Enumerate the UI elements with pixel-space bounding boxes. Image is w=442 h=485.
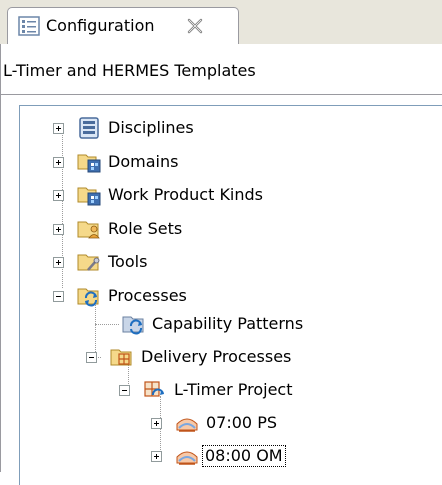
expand-toggle[interactable]: [53, 224, 64, 235]
expand-toggle[interactable]: [53, 123, 64, 134]
divider: [1, 94, 442, 95]
delivery-processes-icon: [110, 349, 132, 366]
tree-item-label: Domains: [108, 152, 179, 171]
phase-icon: [176, 418, 198, 432]
tree-item-domains[interactable]: Domains: [0, 147, 400, 179]
tree-item-tools[interactable]: Tools: [0, 247, 400, 279]
collapse-toggle[interactable]: [119, 385, 130, 396]
work-product-kinds-icon: [77, 187, 101, 206]
tree-item-label: Work Product Kinds: [108, 185, 264, 204]
close-icon[interactable]: [185, 16, 205, 36]
expand-toggle[interactable]: [53, 190, 64, 201]
expand-toggle[interactable]: [151, 418, 162, 429]
collapse-toggle[interactable]: [86, 352, 97, 363]
view-tab-strip: Configuration: [0, 0, 442, 44]
delivery-process-icon: [144, 381, 164, 397]
phase-icon: [176, 451, 198, 465]
expand-toggle[interactable]: [53, 257, 64, 268]
configuration-name: L-Timer and HERMES Templates: [3, 61, 256, 80]
configuration-view-icon: [18, 16, 40, 36]
expand-toggle[interactable]: [151, 451, 162, 462]
configuration-view-tab[interactable]: Configuration: [7, 7, 239, 44]
tree-item-capability-patterns[interactable]: Capability Patterns: [0, 309, 400, 341]
tools-folder-icon: [77, 254, 100, 271]
tree-item-label: Role Sets: [108, 219, 183, 238]
tree-item-label: Disciplines: [108, 118, 194, 137]
tree-item-label: L-Timer Project: [174, 380, 293, 399]
tree-item-0700-ps[interactable]: 07:00 PS: [0, 408, 400, 440]
capability-patterns-icon: [122, 316, 144, 335]
tree-item-disciplines[interactable]: Disciplines: [0, 113, 400, 145]
domains-icon: [77, 154, 101, 173]
tree-item-work-product-kinds[interactable]: Work Product Kinds: [0, 180, 400, 212]
tree-item-label: Processes: [108, 286, 187, 305]
tree-item-0800-om[interactable]: 08:00 OM: [0, 441, 400, 473]
tree-item-delivery-processes[interactable]: Delivery Processes: [0, 342, 400, 374]
tree-item-label: 07:00 PS: [206, 413, 277, 432]
tree-item-l-timer-project[interactable]: L-Timer Project: [0, 375, 400, 407]
processes-folder-icon: [77, 288, 99, 307]
collapse-toggle[interactable]: [53, 291, 64, 302]
role-sets-folder-icon: [77, 221, 100, 239]
tree-item-label: Tools: [108, 252, 148, 271]
disciplines-icon: [79, 117, 99, 139]
tree-item-label: Capability Patterns: [152, 314, 304, 333]
tree-item-label: Delivery Processes: [141, 347, 292, 366]
view-tab-title: Configuration: [46, 16, 155, 35]
expand-toggle[interactable]: [53, 157, 64, 168]
tree-item-label: 08:00 OM: [202, 445, 286, 467]
tree-item-role-sets[interactable]: Role Sets: [0, 214, 400, 246]
